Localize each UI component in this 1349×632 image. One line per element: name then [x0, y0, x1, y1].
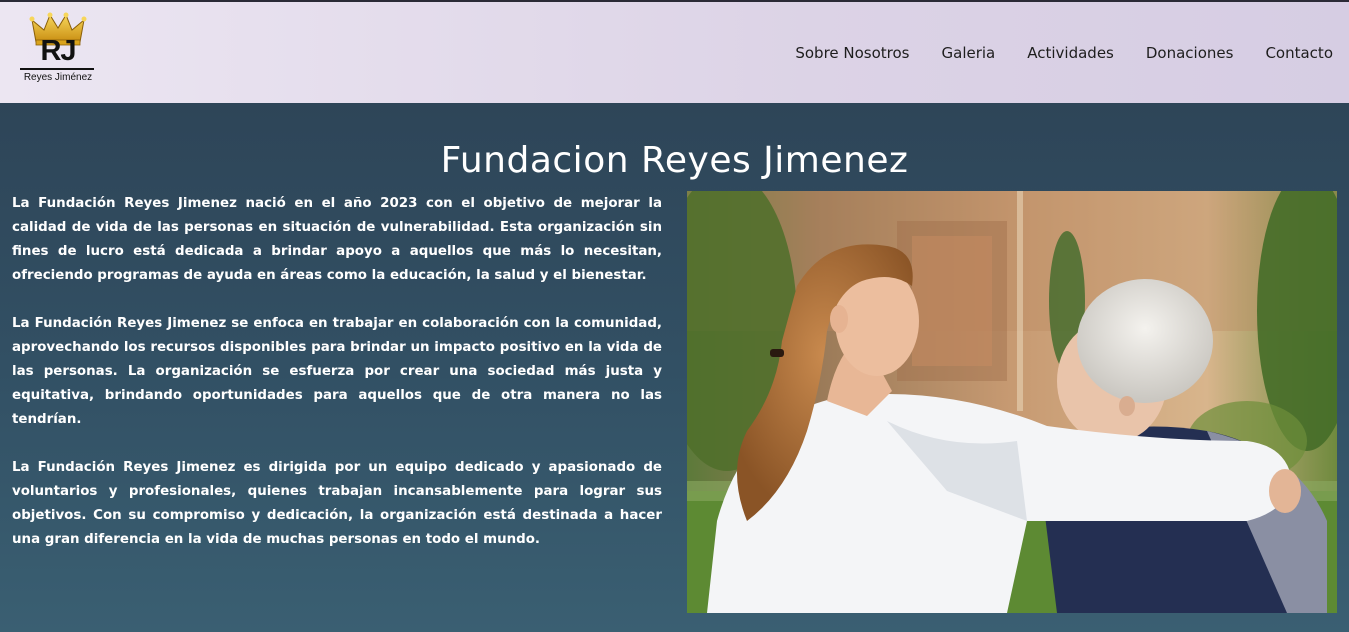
about-paragraph-1: La Fundación Reyes Jimenez nació en el a… — [12, 196, 662, 283]
about-text: La Fundación Reyes Jimenez nació en el a… — [12, 192, 662, 576]
page-title: Fundacion Reyes Jimenez — [440, 140, 909, 181]
logo-underline — [20, 68, 94, 70]
logo[interactable]: RJ Reyes Jiménez — [18, 12, 98, 87]
nav-donaciones[interactable]: Donaciones — [1146, 44, 1234, 62]
about-paragraph-2: La Fundación Reyes Jimenez se enfoca en … — [12, 316, 662, 427]
logo-monogram: RJ — [40, 35, 76, 67]
caregiver-photo — [687, 191, 1337, 613]
nav-contacto[interactable]: Contacto — [1265, 44, 1333, 62]
nav-actividades[interactable]: Actividades — [1027, 44, 1114, 62]
site-header: RJ Reyes Jiménez Sobre Nosotros Galeria … — [0, 2, 1349, 103]
nav-sobre-nosotros[interactable]: Sobre Nosotros — [795, 44, 909, 62]
logo-name: Reyes Jiménez — [23, 72, 93, 83]
main-section: Fundacion Reyes Jimenez La Fundación Rey… — [0, 103, 1349, 632]
nav-galeria[interactable]: Galeria — [942, 44, 996, 62]
about-paragraph-3: La Fundación Reyes Jimenez es dirigida p… — [12, 460, 662, 547]
main-nav: Sobre Nosotros Galeria Actividades Donac… — [795, 44, 1333, 62]
caregiver-with-elderly-woman-image — [687, 191, 1337, 613]
